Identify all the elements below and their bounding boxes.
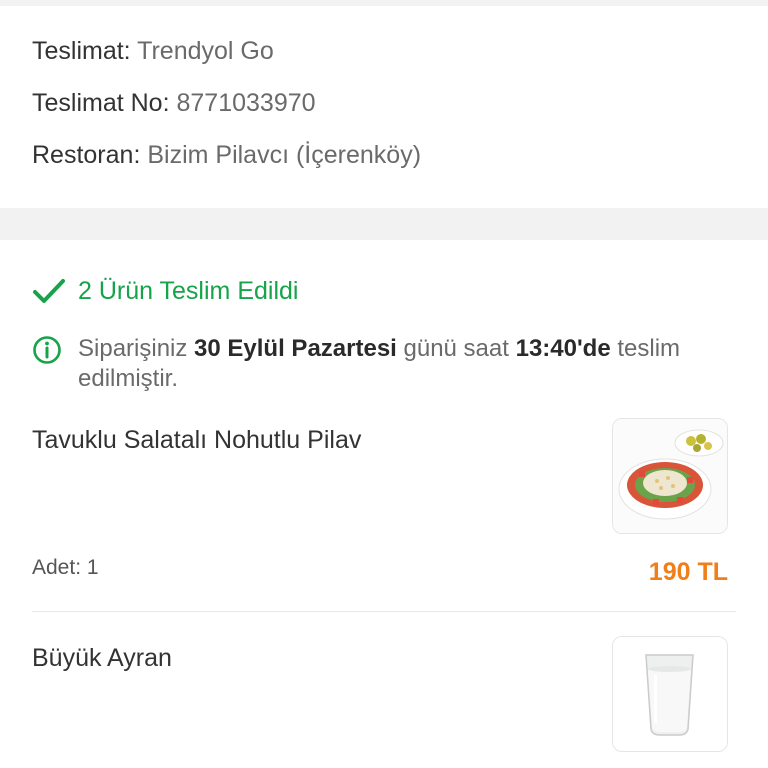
notice-time: 13:40'de	[515, 335, 611, 362]
delivery-company-row: Teslimat: Trendyol Go	[32, 38, 732, 64]
delivery-number-value: 8771033970	[176, 89, 316, 117]
item-quantity: Adet: 1	[32, 556, 99, 579]
delivery-number-row: Teslimat No: 8771033970	[32, 90, 732, 116]
delivery-status: 2 Ürün Teslim Edildi	[32, 276, 298, 306]
notice-text: Siparişiniz 30 Eylül Pazartesi günü saat…	[78, 334, 732, 394]
restaurant-row: Restoran: Bizim Pilavcı (İçerenköy)	[32, 142, 732, 168]
section-divider	[0, 208, 768, 240]
rice-salad-plate-image	[612, 418, 728, 534]
order-item[interactable]: Büyük Ayran	[32, 636, 736, 768]
top-divider	[0, 0, 768, 6]
restaurant-value: Bizim Pilavcı (İçerenköy)	[147, 141, 422, 169]
item-name: Büyük Ayran	[32, 644, 172, 672]
status-text: 2 Ürün Teslim Edildi	[78, 276, 299, 305]
item-price: 190 TL	[648, 558, 728, 586]
checkmark-icon	[32, 276, 66, 306]
order-item[interactable]: Tavuklu Salatalı Nohutlu Pilav Adet: 1 1…	[32, 418, 736, 612]
notice-text-part1: Siparişiniz	[78, 335, 195, 362]
delivery-company-label: Teslimat:	[32, 37, 131, 65]
notice-date: 30 Eylül Pazartesi	[194, 335, 397, 362]
delivery-number-label: Teslimat No:	[32, 89, 170, 117]
item-name: Tavuklu Salatalı Nohutlu Pilav	[32, 426, 362, 454]
notice-text-part2: günü saat	[396, 335, 516, 362]
item-divider	[32, 611, 736, 612]
delivery-company-value: Trendyol Go	[137, 37, 274, 65]
restaurant-label: Restoran:	[32, 141, 141, 169]
delivery-info: Teslimat: Trendyol Go Teslimat No: 87710…	[32, 38, 732, 194]
delivery-notice: Siparişiniz 30 Eylül Pazartesi günü saat…	[32, 334, 732, 394]
info-icon	[32, 335, 62, 394]
ayran-glass-image	[612, 636, 728, 752]
